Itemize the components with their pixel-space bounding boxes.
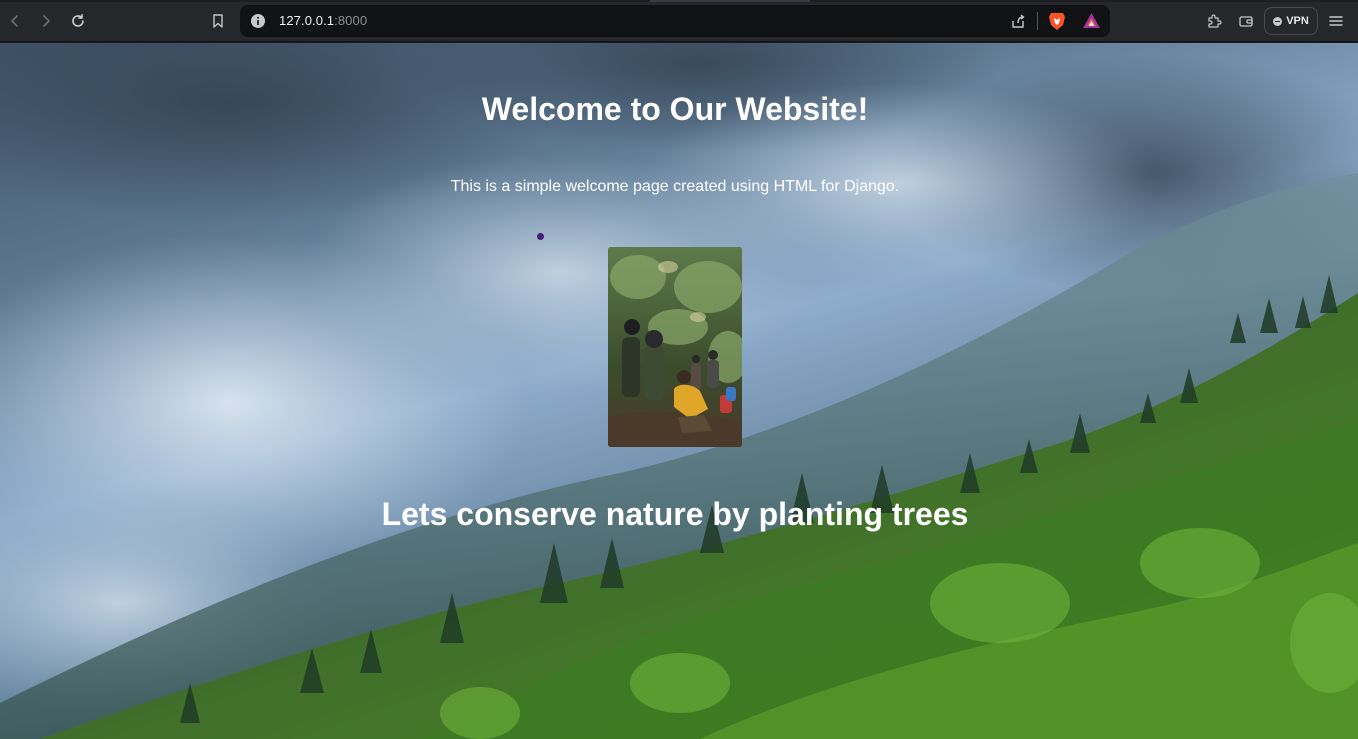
page-viewport: Welcome to Our Website! This is a simple…	[0, 43, 1358, 739]
tree-planting-photo	[608, 247, 742, 447]
wallet-icon[interactable]	[1234, 9, 1258, 33]
forward-arrow-icon[interactable]	[34, 9, 58, 33]
address-bar-divider	[1037, 12, 1038, 30]
vpn-label: VPN	[1286, 15, 1309, 27]
page-heading: Welcome to Our Website!	[481, 91, 869, 127]
page-subtext: This is a simple welcome page created us…	[450, 178, 900, 195]
bookmark-icon[interactable]	[206, 9, 230, 33]
info-icon[interactable]	[250, 13, 266, 34]
page-tagline: Lets conserve nature by planting trees	[381, 496, 969, 532]
url-text[interactable]: 127.0.0.1:8000	[279, 13, 367, 28]
mouse-cursor	[537, 233, 544, 240]
back-arrow-icon[interactable]	[3, 9, 27, 33]
brave-rewards-icon[interactable]	[1082, 12, 1101, 35]
url-host: 127.0.0.1	[279, 13, 335, 28]
share-icon[interactable]	[1010, 13, 1026, 34]
browser-toolbar: 127.0.0.1:8000 VPN	[0, 0, 1358, 42]
vpn-button[interactable]: VPN	[1264, 7, 1318, 35]
brave-shields-icon[interactable]	[1048, 11, 1066, 36]
url-port: :8000	[334, 13, 368, 28]
hamburger-menu-icon[interactable]	[1324, 9, 1348, 33]
extensions-puzzle-icon[interactable]	[1202, 9, 1226, 33]
reload-icon[interactable]	[66, 9, 90, 33]
address-bar[interactable]: 127.0.0.1:8000	[240, 5, 1110, 37]
tab-strip	[0, 0, 1358, 2]
vpn-status-icon	[1273, 16, 1283, 26]
